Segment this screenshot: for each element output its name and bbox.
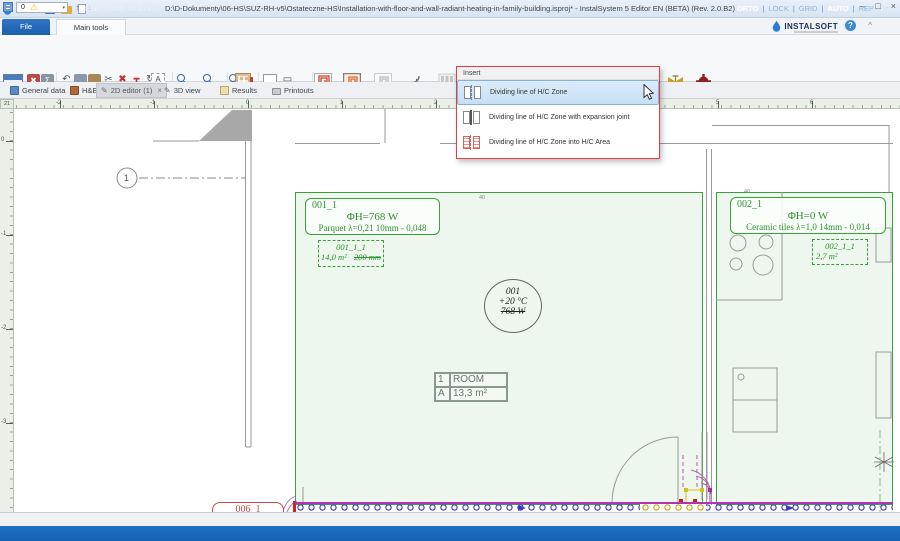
tab-general-data[interactable]: General data: [6, 83, 69, 98]
mode-separator: |: [793, 4, 795, 13]
dividing-line-zone-icon: [462, 86, 482, 99]
mouse-cursor: [643, 84, 654, 100]
maximize-button[interactable]: □: [875, 1, 880, 11]
menu-item-dividing-line[interactable]: Dividing line of H/C Zone: [457, 80, 659, 105]
help-button[interactable]: ?: [845, 20, 856, 31]
insert-menu: Insert Dividing line of H/C Zone Dividin…: [456, 66, 660, 159]
hne-building-icon: [70, 86, 79, 95]
collapse-ribbon-button[interactable]: ^: [868, 21, 872, 30]
3d-view-pencil-icon: ✎: [164, 86, 171, 95]
tab-main-tools[interactable]: Main tools: [56, 19, 126, 35]
plan-linework: [0, 99, 900, 512]
menu-item-dividing-line-area[interactable]: Dividing line of H/C Zone into H/C Area: [457, 130, 659, 155]
modes-dropdown-arrow[interactable]: ▾: [885, 5, 888, 12]
zone-002-label[interactable]: 002_1 ΦH=0 W Ceramic tiles λ=1,0 14mm - …: [730, 197, 886, 234]
drawing-canvas[interactable]: 21 -2 -1 0 1 2 3 4 5 6 0 -1 -2 -3: [0, 99, 900, 512]
instalsoft-brand: INSTALSOFT: [772, 20, 838, 32]
brand-droplet-icon: [772, 20, 781, 32]
results-icon: [220, 86, 229, 95]
cursor-coordinates: 3,892; 0,288; 30,019: [82, 4, 151, 13]
file-tab[interactable]: File: [2, 19, 50, 35]
zone-001-area-label[interactable]: 001_1_1 14,0 m² 200 mm: [318, 240, 384, 267]
storey-dropdown-arrow[interactable]: ▾: [62, 3, 65, 13]
zone-002-area-label[interactable]: 002_1_1 2,7 m²: [812, 239, 868, 265]
dividing-line-area-icon: [461, 136, 481, 149]
tab-results[interactable]: Results: [216, 83, 261, 98]
storey-selector[interactable]: 0 ▾: [16, 2, 68, 13]
status-modes: ORTO | LOCK | GRID | AUTO | REP: [737, 4, 874, 13]
dimension-label: 40: [744, 189, 750, 195]
ribbon: ✖ Σ ↻ Calculations ↶ ✂ ✖ ┳ ↻ ↷ ▭ ↕ ✎ ≡ A…: [0, 35, 900, 82]
spacing-strikethrough: 200 mm: [354, 252, 381, 262]
printer-icon: [272, 88, 281, 95]
brand-tagline: [794, 31, 838, 33]
2d-editor-pencil-icon: ✎: [101, 86, 108, 95]
tab-2d-editor[interactable]: ✎ 2D editor (1) ×: [96, 83, 167, 98]
dimension-label: 40: [479, 195, 485, 201]
layer-strip: [0, 512, 900, 526]
mode-separator: |: [853, 4, 855, 13]
room-table[interactable]: 1 ROOM A 13,3 m²: [434, 372, 508, 402]
warning-icon[interactable]: ⚠: [30, 3, 38, 12]
menu-item-dividing-line-expansion[interactable]: Dividing line of H/C Zone with expansion…: [457, 105, 659, 130]
mode-lock[interactable]: LOCK: [768, 4, 788, 13]
mode-separator: |: [822, 4, 824, 13]
storey-icon: [3, 2, 13, 12]
brand-name: INSTALSOFT: [784, 22, 838, 31]
dividing-line-expansion-icon: [461, 111, 481, 124]
stamp-power-strikethrough: 768 W: [485, 307, 541, 317]
mode-grid[interactable]: GRID: [799, 4, 818, 13]
insert-menu-header: Insert: [457, 67, 659, 80]
tab-3d-view[interactable]: ✎ 3D view: [160, 83, 204, 98]
zone-001-label[interactable]: 001_1 ΦH=768 W Parquet λ=0,21 10mm - 0,0…: [305, 198, 440, 235]
tab-printouts[interactable]: Printouts: [268, 83, 318, 98]
axis-bubble-label: 1: [124, 173, 129, 183]
close-button[interactable]: ×: [891, 1, 896, 11]
mode-separator: |: [762, 4, 764, 13]
mode-auto[interactable]: AUTO: [828, 4, 849, 13]
mode-orto[interactable]: ORTO: [737, 4, 759, 13]
room-stamp-001[interactable]: 001 +20 °C 768 W: [484, 279, 542, 333]
status-bar: [0, 526, 900, 541]
general-data-icon: [10, 86, 19, 95]
ribbon-tab-row: [0, 18, 900, 35]
mode-rep[interactable]: REP: [859, 4, 874, 13]
